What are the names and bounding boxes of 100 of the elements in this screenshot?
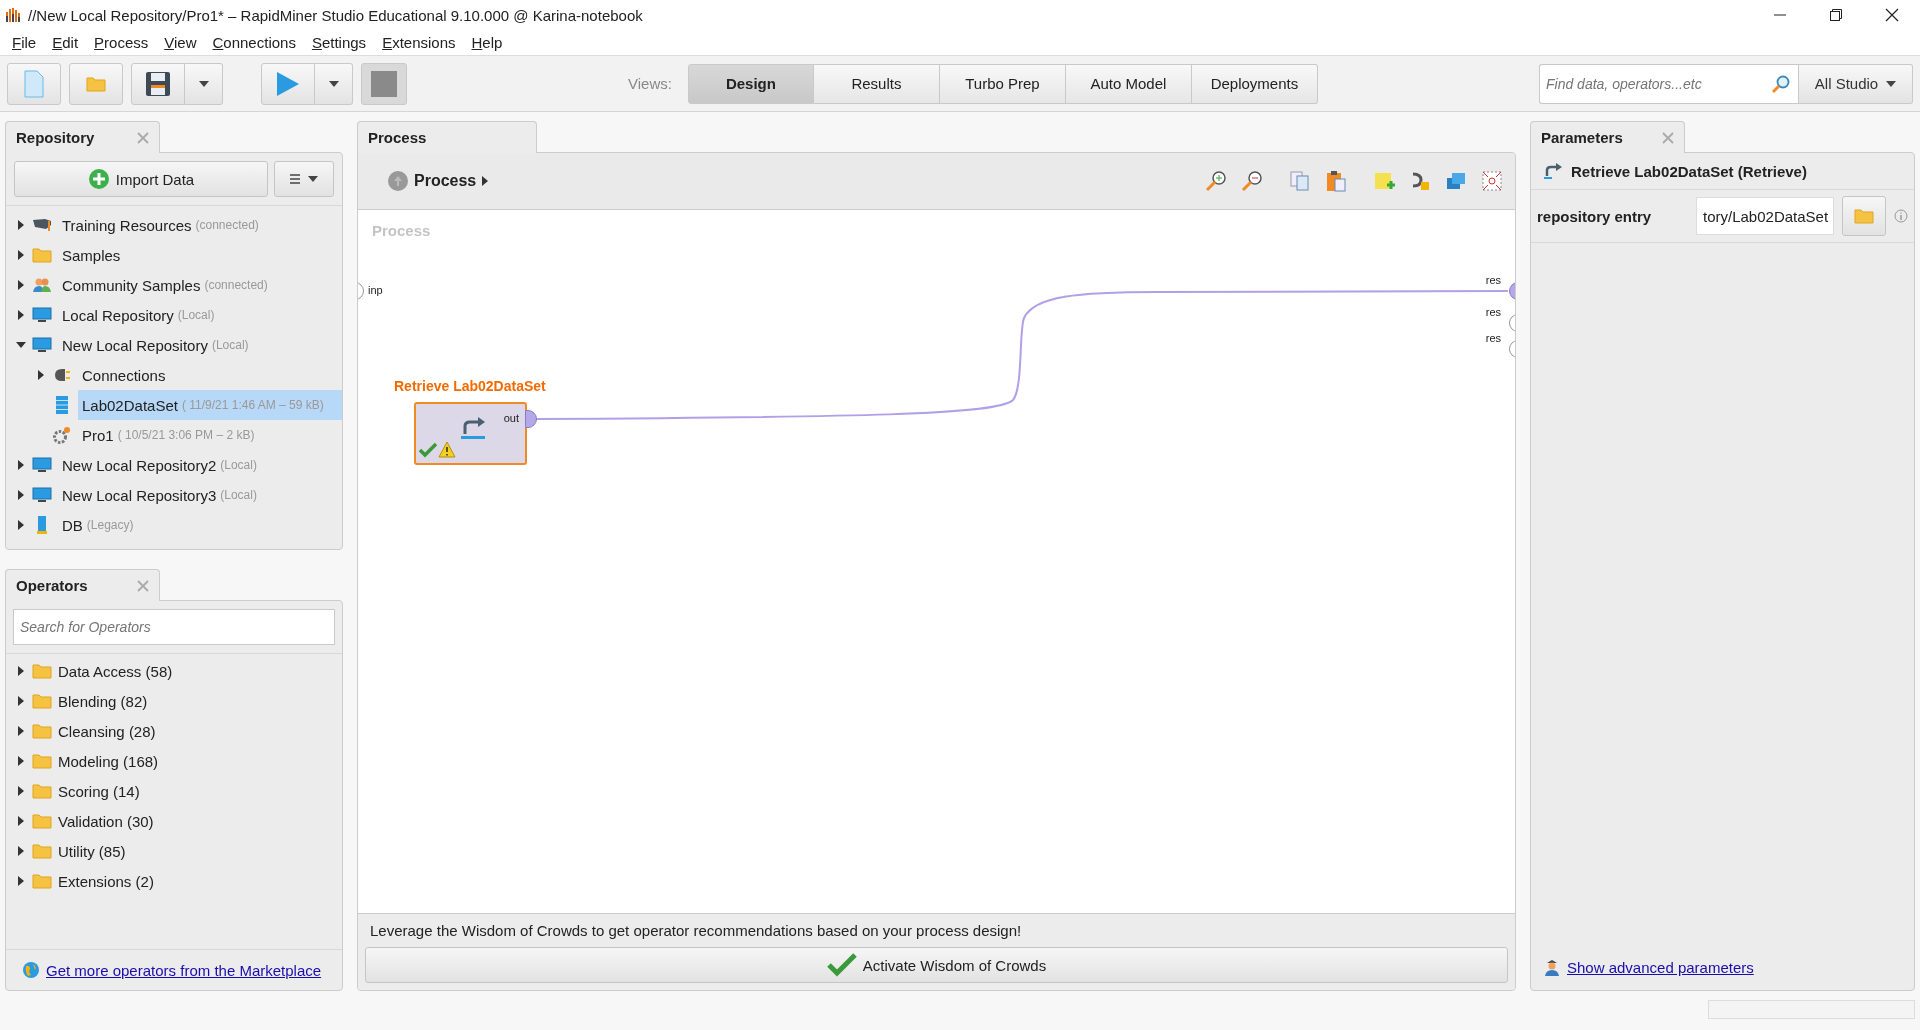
folder-icon	[32, 813, 52, 829]
panel-tab[interactable]: Repository	[5, 121, 160, 153]
fit-icon[interactable]	[1481, 170, 1503, 192]
tree-item[interactable]: DB (Legacy)	[58, 510, 342, 540]
operator-group[interactable]: Extensions (2)	[58, 872, 154, 890]
operator-group[interactable]: Validation (30)	[58, 812, 154, 830]
people-icon	[32, 277, 52, 293]
view-tab[interactable]: Results	[813, 63, 940, 104]
zoom-out-icon[interactable]	[1241, 170, 1263, 192]
item-name: Training Resources	[62, 216, 192, 234]
panel-tab[interactable]: Operators	[5, 569, 160, 601]
tree-item[interactable]: Local Repository (Local)	[58, 300, 342, 330]
caret-right-icon	[482, 176, 489, 186]
tree-item[interactable]: New Local Repository (Local)	[58, 330, 342, 360]
item-note: (Local)	[177, 308, 215, 322]
run-button[interactable]	[261, 62, 315, 105]
menu-item[interactable]: Help	[463, 34, 511, 51]
operator-node[interactable]: out	[414, 402, 527, 465]
expand-arrow-icon[interactable]	[16, 666, 26, 676]
view-tab[interactable]: Turbo Prep	[939, 63, 1066, 104]
expand-arrow-icon[interactable]	[16, 786, 26, 796]
close-icon[interactable]	[1885, 8, 1899, 22]
expand-arrow-icon[interactable]	[16, 220, 26, 230]
operator-group[interactable]: Modeling (168)	[58, 752, 159, 770]
operator-group[interactable]: Data Access (58)	[58, 662, 173, 680]
input-field[interactable]: tory/Lab02DataSet	[1696, 197, 1834, 235]
tree-item[interactable]: Connections	[78, 360, 342, 390]
marketplace-link[interactable]: Get more operators from the Marketplace	[46, 961, 322, 979]
process-canvas[interactable]: Process inp res res res Retrieve Lab02DataSet out	[358, 210, 1515, 913]
folder-icon	[32, 663, 52, 679]
view-tab[interactable]: Design	[687, 63, 814, 104]
item-name: New Local Repository	[62, 336, 208, 354]
tree-item[interactable]: Training Resources (connected)	[58, 210, 342, 240]
expand-arrow-icon[interactable]	[16, 280, 26, 290]
stop-button[interactable]	[361, 62, 407, 105]
tree-item[interactable]: Pro1 ( 10/5/21 3:06 PM – 2 kB)	[78, 420, 342, 450]
paste-icon[interactable]	[1325, 170, 1347, 192]
item-name: Samples	[62, 246, 121, 264]
search-field[interactable]: Search for Operators	[13, 609, 335, 645]
operator-group[interactable]: Utility (85)	[58, 842, 126, 860]
item-note: (connected)	[204, 278, 268, 292]
expand-arrow-icon[interactable]	[16, 816, 26, 826]
advanced-parameters-link[interactable]: Show advanced parameters	[1567, 958, 1754, 976]
expand-arrow-icon[interactable]	[36, 370, 46, 380]
menu-item[interactable]: Extensions	[374, 34, 464, 51]
save-button[interactable]	[131, 62, 185, 105]
expand-arrow-icon[interactable]	[16, 696, 26, 706]
monitor-icon	[32, 487, 52, 503]
zoom-in-icon[interactable]	[1205, 170, 1227, 192]
operator-group[interactable]: Scoring (14)	[58, 782, 140, 800]
menu-item[interactable]: Settings	[303, 34, 375, 51]
document-icon	[23, 69, 45, 98]
expand-arrow-icon[interactable]	[16, 490, 26, 500]
monitor-icon	[32, 457, 52, 473]
tree-item[interactable]: New Local Repository2 (Local)	[58, 450, 342, 480]
expand-arrow-icon[interactable]	[16, 520, 26, 530]
menu-item[interactable]: Connections	[204, 34, 304, 51]
item-note: (Local)	[211, 338, 249, 352]
breadcrumb[interactable]: Process	[414, 172, 477, 190]
expand-arrow-icon[interactable]	[16, 460, 26, 470]
operator-group[interactable]: Blending (82)	[58, 692, 148, 710]
collapse-arrow-icon[interactable]	[16, 340, 26, 350]
menu-item[interactable]: File	[4, 34, 45, 51]
item-note: ( 10/5/21 3:06 PM – 2 kB)	[117, 428, 255, 442]
tree-item[interactable]: Samples	[58, 240, 342, 270]
graduation-cap-icon	[32, 217, 52, 233]
view-tab[interactable]: Auto Model	[1065, 63, 1192, 104]
expand-arrow-icon[interactable]	[16, 310, 26, 320]
item-name: New Local Repository2	[62, 456, 217, 474]
check-icon	[419, 442, 437, 458]
menu-item[interactable]: Process	[86, 34, 157, 51]
panel-tab[interactable]: Process	[357, 121, 537, 153]
expand-arrow-icon[interactable]	[16, 756, 26, 766]
output-port[interactable]	[525, 410, 537, 428]
port-label: res	[1485, 332, 1501, 344]
import-data-button[interactable]: Import Data	[14, 161, 268, 197]
operator-group[interactable]: Cleansing (28)	[58, 722, 156, 740]
item-name: Community Samples	[62, 276, 201, 294]
menu-button[interactable]	[274, 161, 334, 197]
window-title: //New Local Repository/Pro1* – RapidMiner Studio Educational 9.10.000 @ Karina-notebook	[28, 6, 644, 24]
tree-item[interactable]: New Local Repository3 (Local)	[58, 480, 342, 510]
restore-icon[interactable]	[1830, 9, 1842, 21]
globe-icon	[22, 961, 40, 979]
activate-button[interactable]: Activate Wisdom of Crowds	[365, 947, 1508, 983]
layers-icon[interactable]	[1445, 170, 1467, 192]
tree-item[interactable]: Lab02DataSet ( 11/9/21 1:46 AM – 59 kB)	[78, 390, 342, 420]
port-label: out	[503, 412, 519, 424]
view-tab[interactable]: Deployments	[1191, 63, 1318, 104]
expand-arrow-icon[interactable]	[16, 846, 26, 856]
search-scope-dropdown[interactable]: All Studio	[1799, 63, 1913, 104]
panel-tab[interactable]: Parameters	[1530, 121, 1685, 153]
expand-arrow-icon[interactable]	[16, 250, 26, 260]
expand-arrow-icon[interactable]	[16, 876, 26, 886]
item-note: (Local)	[220, 458, 257, 472]
menu-item[interactable]: View	[156, 34, 205, 51]
expand-arrow-icon[interactable]	[16, 726, 26, 736]
tree-item[interactable]: Community Samples (connected)	[58, 270, 342, 300]
panel-title: Parameters	[1541, 129, 1623, 146]
menu-item[interactable]: Edit	[44, 34, 87, 51]
item-note: (Local)	[220, 488, 257, 502]
